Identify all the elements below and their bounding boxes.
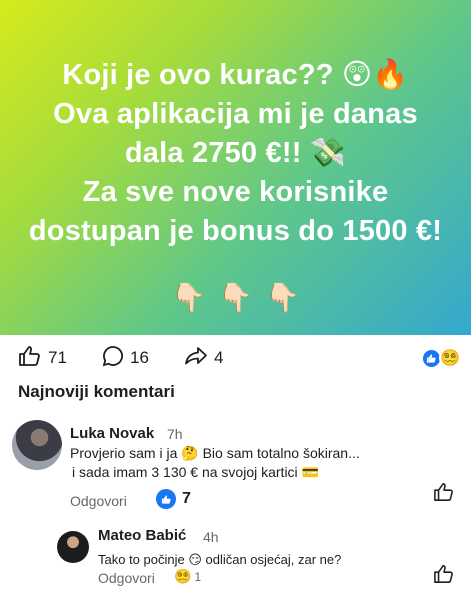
comment-like-summary[interactable]: 7 xyxy=(156,489,191,509)
comments-section-title[interactable]: Najnoviji komentari xyxy=(18,382,175,402)
pointing-down-icon: 👇🏻 xyxy=(218,282,253,313)
comment-count: 16 xyxy=(130,348,149,367)
banner-line: dostupan je bonus do 1500 €! xyxy=(28,215,443,247)
comment-text: Tako to počinje 😏 odličan osjećaj, zar n… xyxy=(98,552,342,567)
pointing-down-icon: 👇🏻 xyxy=(264,282,300,313)
like-count: 71 xyxy=(48,348,67,367)
comment-text-line: Provjerio sam i ja 🤔 Bio sam totalno šok… xyxy=(70,445,360,461)
comment-bubble-icon xyxy=(102,345,124,372)
banner-text: Koji je ovo kurac?? 😲🔥 Ova aplikacija mi… xyxy=(6,56,466,251)
thumbs-up-icon[interactable] xyxy=(433,564,455,589)
dizzy-face-reaction-icon: 😵‍💫 xyxy=(439,347,461,369)
post-image-banner[interactable]: Koji je ovo kurac?? 😲🔥 Ova aplikacija mi… xyxy=(0,0,471,335)
reply-button[interactable]: Odgovori xyxy=(70,493,127,509)
reply-button[interactable]: Odgovori xyxy=(98,570,155,586)
dizzy-face-reaction-icon: 😵‍💫 xyxy=(174,568,192,584)
comment-button[interactable]: 16 xyxy=(102,345,149,372)
banner-line: dala 2750 €!! 💸 xyxy=(124,137,347,169)
comment-reaction-count: 1 xyxy=(194,569,202,584)
banner-line: Koji je ovo kurac?? 😲🔥 xyxy=(62,59,409,91)
comment-text-line: i sada imam 3 130 € na svojoj kartici 💳 xyxy=(72,464,319,480)
comment-text: Provjerio sam i ja 🤔 Bio sam totalno šok… xyxy=(70,444,430,482)
reaction-summary[interactable]: 😵‍💫 xyxy=(421,347,461,369)
share-count: 4 xyxy=(214,348,224,367)
avatar[interactable] xyxy=(57,531,89,563)
thumbs-up-icon[interactable] xyxy=(433,482,455,507)
post-action-bar: 71 16 4 😵‍💫 xyxy=(0,340,471,376)
thumbs-up-icon xyxy=(18,345,42,372)
avatar[interactable] xyxy=(12,420,62,470)
pointing-down-icon: 👇🏻 xyxy=(171,282,207,313)
banner-line: Ova aplikacija mi je danas xyxy=(53,98,418,130)
share-button[interactable]: 4 xyxy=(184,345,223,372)
comment-reaction-summary[interactable]: 😵‍💫 1 xyxy=(174,568,201,585)
pointing-down-emojis: 👇🏻 👇🏻 👇🏻 xyxy=(171,281,300,314)
comment-author[interactable]: Luka Novak xyxy=(70,425,154,442)
share-arrow-icon xyxy=(184,345,208,372)
like-reaction-icon xyxy=(156,489,176,509)
comment-timestamp: 4h xyxy=(203,529,219,545)
like-button[interactable]: 71 xyxy=(18,345,67,372)
comment-timestamp: 7h xyxy=(167,426,183,442)
comment-author[interactable]: Mateo Babić xyxy=(98,527,186,544)
banner-line: Za sve nove korisnike xyxy=(82,176,389,208)
comment-like-count: 7 xyxy=(182,490,191,507)
